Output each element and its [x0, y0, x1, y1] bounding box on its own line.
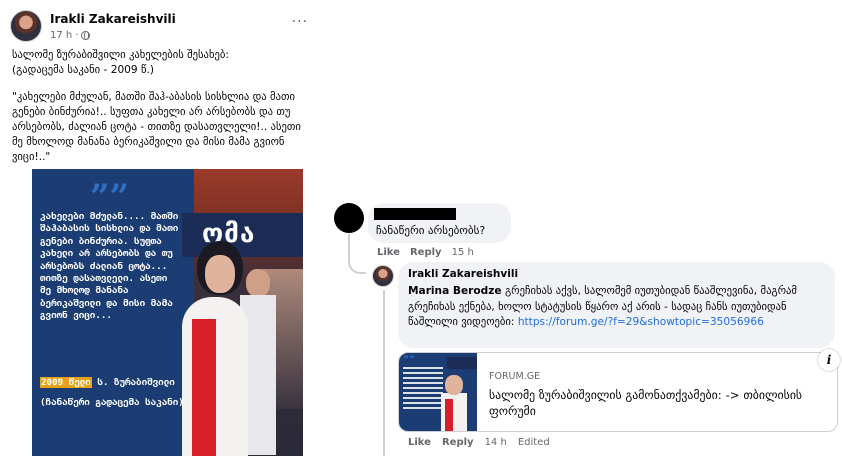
reply-author-avatar[interactable] [372, 265, 394, 287]
forum-link[interactable]: https://forum.ge/?f=29&showtopic=3505696… [518, 316, 764, 328]
commenter-avatar[interactable] [334, 203, 364, 233]
mention-link[interactable]: Marina Berodze [408, 285, 502, 297]
image-man-head [246, 269, 270, 297]
thumbnail-dress [445, 399, 453, 431]
post-image[interactable]: ომა ”” კახელები მძულან.... მათში შაჰაბას… [32, 169, 303, 456]
post-meta: 17 h · [50, 30, 91, 41]
comment-bubble: ჩანაწერი არსებობს? [368, 203, 511, 243]
link-preview-card[interactable]: ”” FORUM.GE სალომე ზურაბიშვილის გამონათქ… [398, 352, 838, 432]
thumbnail-banner [447, 357, 477, 369]
reply-like-button[interactable]: Like [408, 437, 431, 448]
reply-actions: Like Reply 14 h Edited [408, 437, 550, 448]
more-options-icon[interactable]: ··· [292, 14, 308, 30]
reply-time[interactable]: 14 h [485, 437, 507, 448]
post-quote: "კახელები მძულან, მათში შაჰ-აბასის სისხლ… [12, 91, 301, 163]
globe-icon[interactable] [81, 31, 91, 40]
link-preview-thumbnail[interactable]: ”” [399, 353, 477, 431]
reply-text: Marina Berodze გრეჩიხას აქვს, სალომემ იუ… [408, 284, 828, 331]
post-intro-line2: (გადაცემა საკანი - 2009 წ.) [12, 64, 155, 76]
post-header: Irakli Zakareishvili 17 h · ··· [8, 8, 314, 44]
image-woman-dress [192, 319, 216, 456]
redacted-name [374, 208, 456, 220]
reply-edited-label: Edited [517, 437, 550, 448]
like-button[interactable]: Like [377, 247, 400, 258]
reply-author-name[interactable]: Irakli Zakareishvili [408, 268, 518, 280]
thumbnail-quote-icon: ”” [403, 355, 415, 365]
image-banner: ომა [182, 213, 303, 257]
image-quote-author-name: ს. ზურაბიშვილი [91, 377, 175, 388]
author-avatar[interactable] [10, 10, 42, 42]
reply-button[interactable]: Reply [410, 247, 442, 258]
comment-text: ჩანაწერი არსებობს? [376, 224, 486, 237]
reply-reply-button[interactable]: Reply [442, 437, 474, 448]
post-author-name[interactable]: Irakli Zakareishvili [50, 12, 176, 26]
post: Irakli Zakareishvili 17 h · ··· სალომე ზ… [0, 0, 318, 456]
meta-separator: · [75, 30, 79, 41]
image-quote-source: (ჩანაწერი გადაცემა საკანი) [40, 397, 184, 408]
comment-actions: Like Reply 15 h [377, 247, 474, 258]
image-woman-face [205, 255, 235, 293]
thread-connector [348, 234, 366, 274]
thread-line [383, 290, 385, 456]
thumbnail-face [445, 375, 463, 395]
post-time[interactable]: 17 h [50, 30, 72, 41]
post-text: სალომე ზურაბიშვილი კახელების შესახებ: (გ… [12, 48, 308, 175]
link-preview-title[interactable]: სალომე ზურაბიშვილის გამონათქვამები: -> თ… [489, 387, 819, 419]
reply-bubble: Irakli Zakareishvili Marina Berodze გრეჩ… [398, 262, 835, 348]
thumbnail-text-lines [403, 367, 443, 411]
post-intro: სალომე ზურაბიშვილი კახელების შესახებ: (გ… [12, 48, 308, 78]
info-icon[interactable]: i [818, 349, 840, 371]
image-quote-year: 2009 წელი [40, 377, 92, 388]
link-preview-site: FORUM.GE [489, 371, 541, 382]
comment-time[interactable]: 15 h [452, 247, 474, 258]
image-quote-text: კახელები მძულან.... მათში შაჰაბასის სისხ… [40, 211, 179, 322]
image-quote-author: 2009 წელი ს. ზურაბიშვილი [40, 377, 175, 388]
post-intro-line1: სალომე ზურაბიშვილი კახელების შესახებ: [12, 49, 229, 61]
